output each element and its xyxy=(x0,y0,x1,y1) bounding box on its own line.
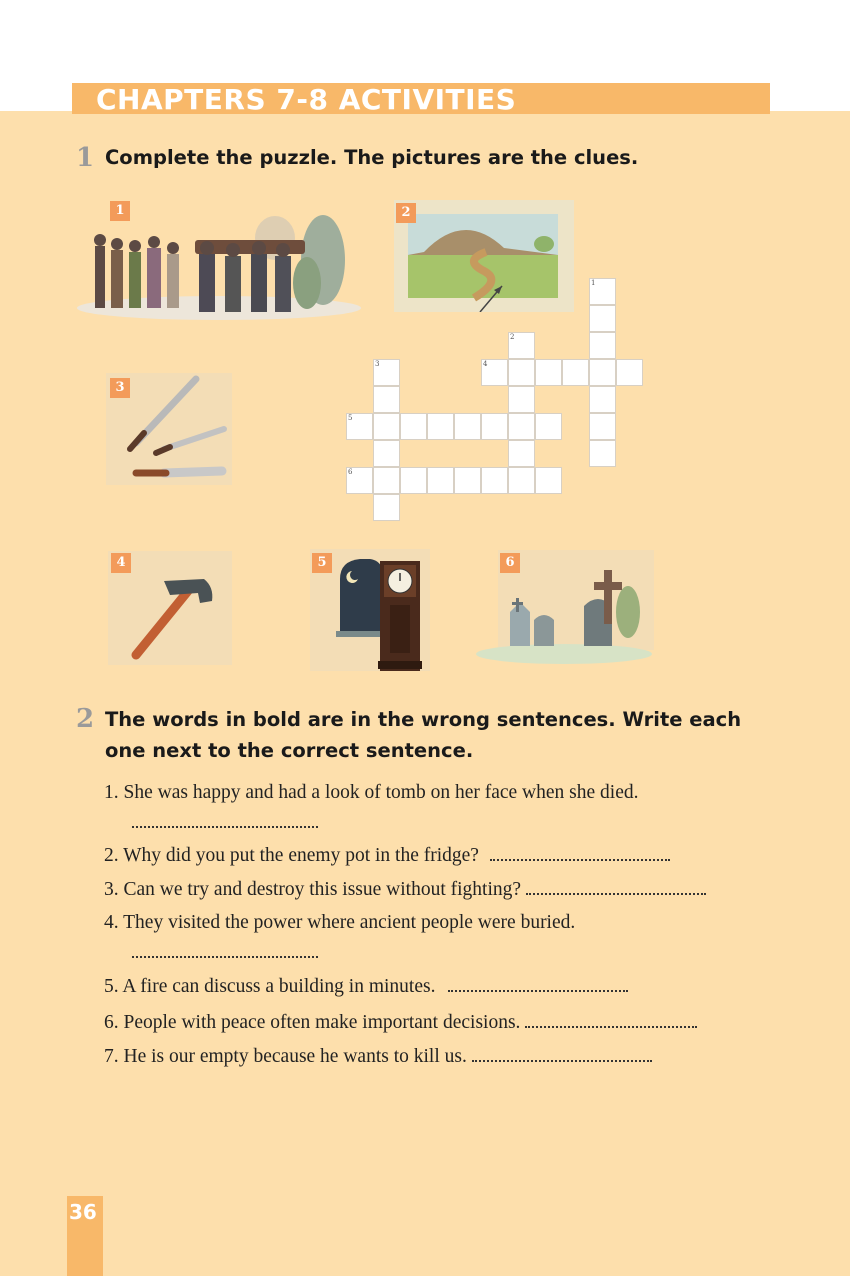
section-2-instruction-line2: one next to the correct sentence. xyxy=(105,739,474,762)
section-1-instruction: Complete the puzzle. The pictures are th… xyxy=(105,146,639,169)
crossword-cell[interactable] xyxy=(373,494,400,521)
crossword-cell[interactable] xyxy=(616,359,643,386)
answer-blank-2[interactable] xyxy=(489,845,670,861)
crossword-cell[interactable] xyxy=(508,413,535,440)
answer-blank-6[interactable] xyxy=(525,1012,698,1028)
sentence-1: 1. She was happy and had a look of tomb … xyxy=(104,782,639,803)
crossword-cell[interactable] xyxy=(535,467,562,494)
answer-blank-4[interactable] xyxy=(132,942,318,958)
sentence-3: 3. Can we try and destroy this issue wit… xyxy=(104,879,522,900)
section-1-number: 1 xyxy=(76,143,95,173)
crossword-cell[interactable] xyxy=(373,386,400,413)
crossword-cell[interactable] xyxy=(481,413,508,440)
picture-2-badge: 2 xyxy=(396,203,416,223)
crossword-number-1: 1 xyxy=(591,279,596,287)
crossword-cell[interactable] xyxy=(373,413,400,440)
section-2-number: 2 xyxy=(76,704,95,734)
page-title: CHAPTERS 7-8 ACTIVITIES xyxy=(96,83,517,116)
crossword-cell[interactable] xyxy=(373,467,400,494)
crossword-number-2: 2 xyxy=(510,333,515,341)
crossword-cell[interactable] xyxy=(454,413,481,440)
crossword-cell[interactable] xyxy=(508,440,535,467)
crossword-cell[interactable] xyxy=(589,332,616,359)
sentence-4: 4. They visited the power where ancient … xyxy=(104,912,576,933)
crossword-cell[interactable] xyxy=(508,467,535,494)
answer-blank-5[interactable] xyxy=(448,976,629,992)
crossword-cell[interactable] xyxy=(400,413,427,440)
crossword-cell[interactable] xyxy=(373,440,400,467)
picture-6-badge: 6 xyxy=(500,553,520,573)
crossword-cell[interactable] xyxy=(589,305,616,332)
crossword-cell[interactable] xyxy=(589,413,616,440)
section-2-instruction-line1: The words in bold are in the wrong sente… xyxy=(105,708,742,731)
crossword-number-6: 6 xyxy=(348,468,353,476)
answer-blank-3[interactable] xyxy=(525,879,706,895)
crossword-cell[interactable] xyxy=(400,467,427,494)
crossword-cell[interactable] xyxy=(589,440,616,467)
crossword-cell[interactable] xyxy=(589,386,616,413)
crossword-number-5: 5 xyxy=(348,414,353,422)
crossword-cell[interactable] xyxy=(427,467,454,494)
sentence-6: 6. People with peace often make importan… xyxy=(104,1012,521,1033)
crossword-cell[interactable] xyxy=(427,413,454,440)
path-landscape-image xyxy=(394,200,574,312)
crossword-cell[interactable] xyxy=(535,359,562,386)
sentence-2: 2. Why did you put the enemy pot in the … xyxy=(104,845,479,866)
crossword-number-4: 4 xyxy=(483,360,488,368)
crossword-cell[interactable] xyxy=(481,467,508,494)
crossword-cell[interactable] xyxy=(562,359,589,386)
crossword-number-3: 3 xyxy=(375,360,380,368)
crossword-cell[interactable] xyxy=(508,386,535,413)
answer-blank-7[interactable] xyxy=(471,1046,652,1062)
sentence-7: 7. He is our empty because he wants to k… xyxy=(104,1046,467,1067)
picture-1-badge: 1 xyxy=(110,201,130,221)
crossword-cell[interactable] xyxy=(535,413,562,440)
crossword-cell[interactable] xyxy=(454,467,481,494)
picture-4-badge: 4 xyxy=(111,553,131,573)
answer-blank-1[interactable] xyxy=(132,812,318,828)
picture-3-badge: 3 xyxy=(110,378,130,398)
page-number: 36 xyxy=(69,1200,97,1224)
picture-5-badge: 5 xyxy=(312,553,332,573)
sentence-5: 5. A fire can discuss a building in minu… xyxy=(104,976,436,997)
crossword-cell[interactable] xyxy=(589,359,616,386)
crossword-cell[interactable] xyxy=(508,359,535,386)
